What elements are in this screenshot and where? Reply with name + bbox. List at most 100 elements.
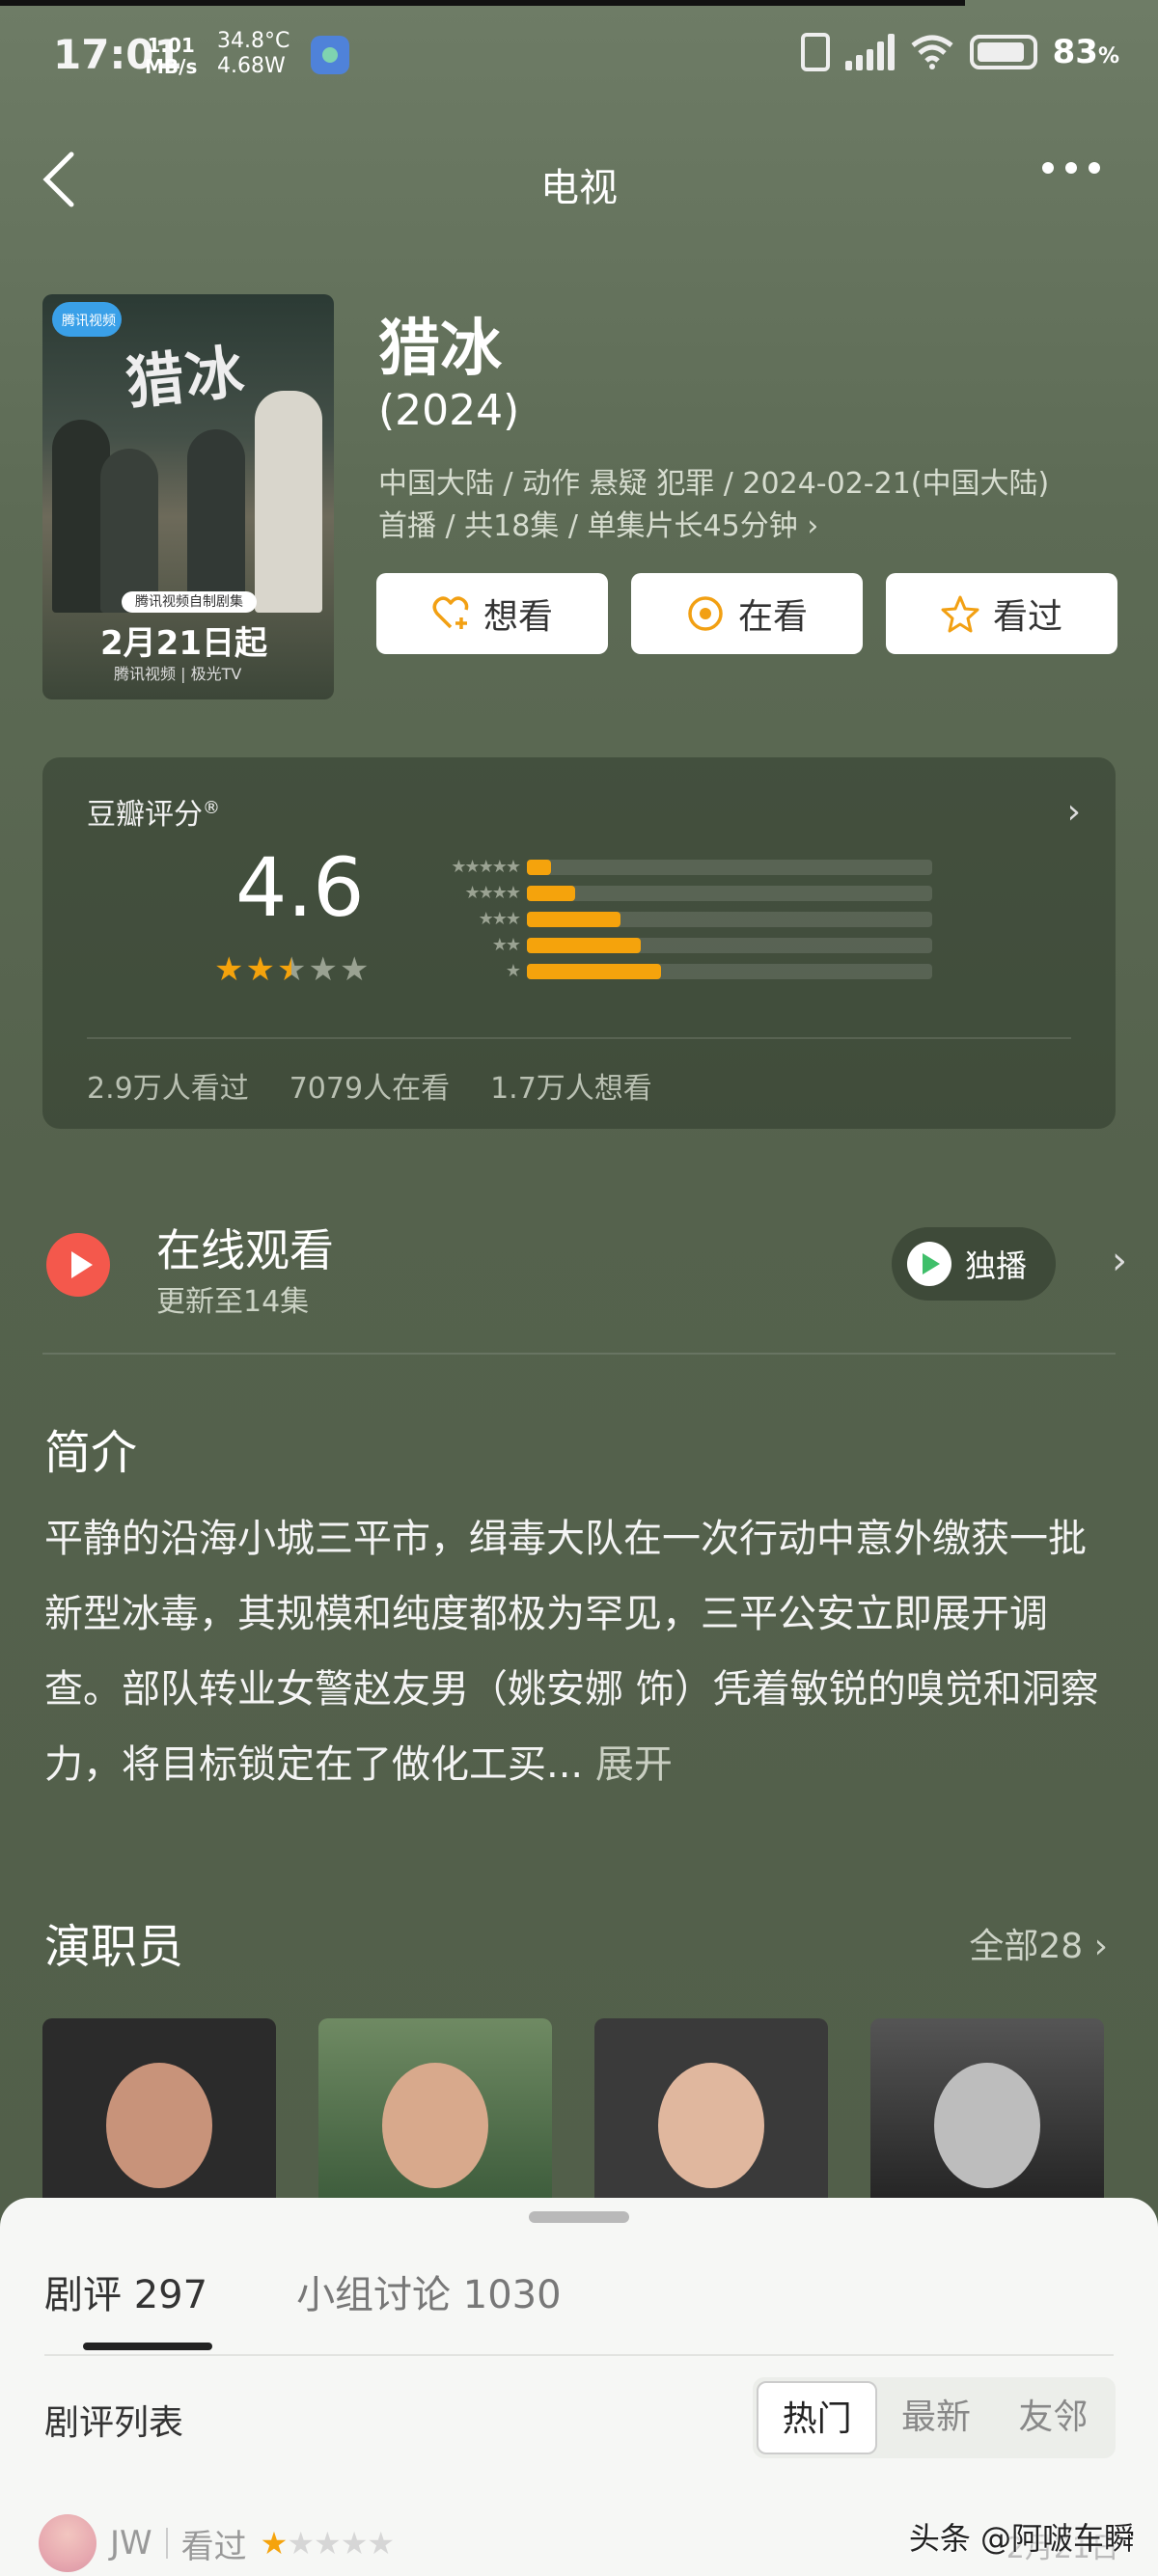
network-speed-value: 1.01 [147, 34, 195, 57]
rating-star-icon: ★ [339, 950, 370, 989]
divider [87, 1037, 1071, 1039]
cast-face [934, 2063, 1040, 2188]
watch-online-title: 在线观看 [156, 1224, 334, 1276]
status-bar: 17:01 1.01 MB/s 34.8°C 4.68W 83% [0, 0, 1158, 106]
cast-heading: 演职员 [44, 1920, 184, 1974]
wifi-icon [911, 35, 953, 69]
signal-icon [844, 34, 895, 70]
divider [44, 2354, 1114, 2356]
star-icon [941, 595, 979, 633]
review-star-icon: ★ [314, 2525, 342, 2562]
show-poster[interactable]: 腾讯视频 猎冰 腾讯视频自制剧集 2月21日起 腾讯视频 | 极光TV [42, 294, 334, 699]
rating-bar-row: ★ [419, 958, 932, 984]
app-notification-icon [311, 36, 349, 74]
rating-bar-stars: ★★★ [478, 909, 521, 929]
want-count: 1.7万人想看 [490, 1072, 652, 1106]
tencent-video-icon [907, 1242, 951, 1286]
watching-button[interactable]: 在看 [631, 573, 863, 654]
target-icon [688, 596, 723, 631]
cast-photo[interactable] [318, 2018, 552, 2211]
rating-bar-track [527, 911, 932, 927]
nav-bar: 电视 [0, 135, 1158, 222]
cast-photo[interactable] [594, 2018, 828, 2211]
show-meta-line: 中国大陆 / 动作 悬疑 犯罪 / 2024-02-21(中国大陆) [378, 467, 1050, 501]
sort-hot[interactable]: 热门 [757, 2381, 878, 2454]
episode-update: 更新至14集 [156, 1285, 310, 1319]
rating-bar-stars: ★★★★ [464, 883, 521, 903]
rating-label: 豆瓣评分® [87, 798, 220, 832]
rating-bar-row: ★★ [419, 932, 932, 958]
rating-bar-row: ★★★★ [419, 880, 932, 906]
rating-bar-fill [527, 937, 641, 953]
cast-face [106, 2063, 212, 2188]
poster-figure [255, 391, 322, 613]
divider [42, 1353, 1116, 1355]
expand-link[interactable]: 展开 [595, 1742, 673, 1787]
status-icons: 83% [800, 33, 1119, 71]
status-topline [0, 0, 965, 6]
battery-percentage: 83% [1052, 33, 1119, 71]
exclusive-label: 独播 [965, 1247, 1028, 1284]
tab-reviews[interactable]: 剧评 297 [44, 2263, 207, 2319]
want-to-watch-button[interactable]: 想看 [376, 573, 608, 654]
review-status: 看过 [180, 2527, 247, 2566]
exclusive-badge[interactable]: 独播 [892, 1227, 1056, 1301]
review-star-icon: ★ [260, 2525, 289, 2562]
device-power: 4.68W [217, 54, 286, 78]
sheet-drag-handle[interactable] [529, 2211, 629, 2223]
rating-bar-stars: ★★ [491, 935, 521, 955]
show-meta-line: 首播 / 共18集 / 单集片长45分钟 › [378, 509, 819, 543]
network-speed-unit: MB/s [145, 55, 198, 78]
cast-photo[interactable] [42, 2018, 276, 2211]
battery-icon [969, 35, 1037, 69]
rating-stars: ★ ★ ★ ★ ★ [214, 950, 369, 989]
avatar[interactable] [39, 2514, 96, 2572]
rating-bar-row: ★★★ [419, 906, 932, 932]
rating-star-icon: ★ [308, 950, 338, 989]
tab-group-discussion[interactable]: 小组讨论 1030 [296, 2263, 562, 2319]
cast-all-link[interactable]: 全部28 › [969, 1918, 1108, 1968]
rating-bar-stars: ★ [505, 961, 521, 981]
watch-online-row[interactable]: 在线观看 更新至14集 独播 › [0, 1196, 1158, 1351]
poster-tagline: 腾讯视频自制剧集 [122, 591, 257, 613]
action-buttons: 想看 在看 看过 [376, 573, 1117, 654]
tab-active-indicator [83, 2343, 212, 2350]
heart-plus-icon [432, 596, 469, 629]
cast-list [42, 2018, 1104, 2211]
watermark-text: 头条 @阿啵车瞬 [908, 2520, 1135, 2557]
review-item[interactable]: JW 看过 ★★★★★ [39, 2514, 395, 2572]
more-options-icon[interactable] [1042, 162, 1100, 174]
rating-counts: 2.9万人看过 7079人在看 1.7万人想看 [87, 1064, 652, 1107]
douban-rating-card[interactable]: 豆瓣评分® › 4.6 ★ ★ ★ ★ ★ ★★★★★ ★★★★ ★★★ ★★ ★ 2.9万人看… [42, 757, 1116, 1129]
review-tabs: 剧评 297 小组讨论 1030 [44, 2263, 562, 2319]
poster-title-art: 猎冰 [123, 338, 249, 419]
watched-label: 看过 [992, 597, 1062, 637]
rating-bar-fill [527, 859, 552, 875]
cast-face [658, 2063, 764, 2188]
watching-count: 7079人在看 [289, 1072, 451, 1106]
show-meta[interactable]: 中国大陆 / 动作 悬疑 犯罪 / 2024-02-21(中国大陆) 首播 / … [378, 463, 1131, 548]
poster-figure [187, 429, 245, 613]
watched-count: 2.9万人看过 [87, 1072, 249, 1106]
rating-bar-fill [527, 963, 661, 979]
review-stars: ★★★★★ [260, 2525, 395, 2562]
watched-button[interactable]: 看过 [886, 573, 1117, 654]
cast-photo[interactable] [870, 2018, 1104, 2211]
rating-star-icon: ★ [276, 950, 307, 989]
review-user[interactable]: JW [110, 2524, 152, 2562]
rating-bar-row: ★★★★★ [419, 854, 932, 880]
rating-bar-fill [527, 911, 620, 927]
network-speed: 1.01 MB/s [145, 35, 197, 77]
review-star-icon: ★ [287, 2525, 315, 2562]
platform-badge: 腾讯视频 [52, 302, 122, 337]
play-icon [46, 1233, 110, 1297]
rating-bar-track [527, 859, 932, 875]
sort-toggle: 热门 最新 友邻 [753, 2377, 1116, 2458]
chevron-right-icon: › [1066, 792, 1081, 832]
review-list-title: 剧评列表 [44, 2403, 184, 2443]
review-star-icon: ★ [367, 2525, 395, 2562]
sort-latest[interactable]: 最新 [877, 2381, 994, 2454]
sort-friends[interactable]: 友邻 [995, 2381, 1112, 2454]
rating-bar-track [527, 937, 932, 953]
intro-body: 平静的沿海小城三平市，缉毒大队在一次行动中意外缴获一批新型冰毒，其规模和纯度都极… [44, 1517, 1099, 1787]
